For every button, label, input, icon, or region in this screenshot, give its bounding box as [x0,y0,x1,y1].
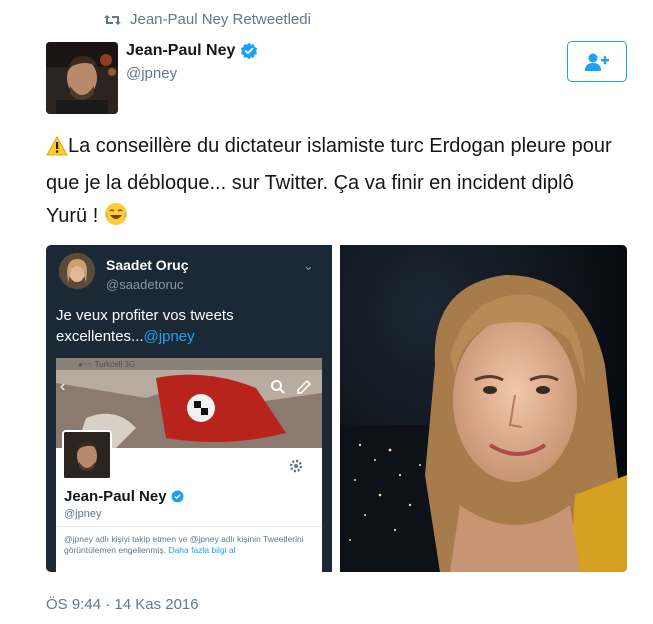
embedded-profile-card: ●○○ Turkcell 3G ‹ Jean-Paul Ney @jpney @… [56,358,322,572]
retweet-context[interactable]: Jean-Paul Ney Retweetledi [104,11,311,28]
embedded-mention: @jpney [143,328,195,345]
embedded-profile-name-row: Jean-Paul Ney [64,488,184,505]
follow-button[interactable] [567,41,627,82]
embedded-profile-avatar [62,430,112,480]
add-user-icon [585,53,609,71]
search-icon [271,380,285,394]
tweet-text: La conseillère du dictateur islamiste tu… [46,130,636,237]
media-photo-screenshot[interactable]: Saadet Oruç @saadetoruc ⌄ Je veux profit… [46,245,332,572]
retweet-icon [104,14,121,25]
gear-icon [289,459,303,473]
retweet-label: Jean-Paul Ney Retweetledi [130,11,311,28]
learn-more-link: Daha fazla bilgi al [168,545,236,555]
divider [56,526,322,527]
portrait-image [340,245,627,572]
media-photo-portrait[interactable] [340,245,627,572]
author-name[interactable]: Jean-Paul Ney [126,42,235,60]
author-name-row[interactable]: Jean-Paul Ney [126,42,258,60]
embedded-avatar [59,253,95,289]
embedded-text-line-1: Je veux profiter vos tweets [56,307,234,324]
back-arrow-icon: ‹ [60,378,66,395]
warning-icon [46,134,68,167]
tweet-line-3: Yurü ! [46,205,99,227]
avatar[interactable] [46,42,118,114]
tweet-media[interactable]: Saadet Oruç @saadetoruc ⌄ Je veux profit… [46,245,627,572]
tweet-timestamp[interactable]: ÖS 9:44 · 14 Kas 2016 [46,596,199,613]
compose-icon [297,379,312,394]
avatar-image [46,42,118,114]
embedded-status-bar: ●○○ Turkcell 3G [78,360,136,369]
embedded-profile-handle: @jpney [64,508,102,520]
author-handle[interactable]: @jpney [126,65,177,82]
embedded-tweet-header: Saadet Oruç @saadetoruc ⌄ [46,245,332,305]
verified-badge-icon [241,42,258,60]
embedded-text-line-2: excellentes... [56,328,144,345]
embedded-blocked-notice: @jpney adlı kişiyi takip etmen ve @jpney… [64,534,316,556]
chevron-down-icon: ⌄ [303,258,314,273]
tweet-line-1: La conseillère du dictateur islamiste tu… [68,135,612,157]
tears-of-joy-icon [104,202,128,237]
tweet-line-2: que je la débloque... sur Twitter. Ça va… [46,172,574,194]
embedded-tweet-text: Je veux profiter vos tweets excellentes.… [56,305,326,347]
embedded-profile-name: Jean-Paul Ney [64,488,167,505]
embedded-author-name: Saadet Oruç [106,257,189,273]
verified-badge-icon [171,490,184,503]
embedded-author-handle: @saadetoruc [106,277,184,292]
